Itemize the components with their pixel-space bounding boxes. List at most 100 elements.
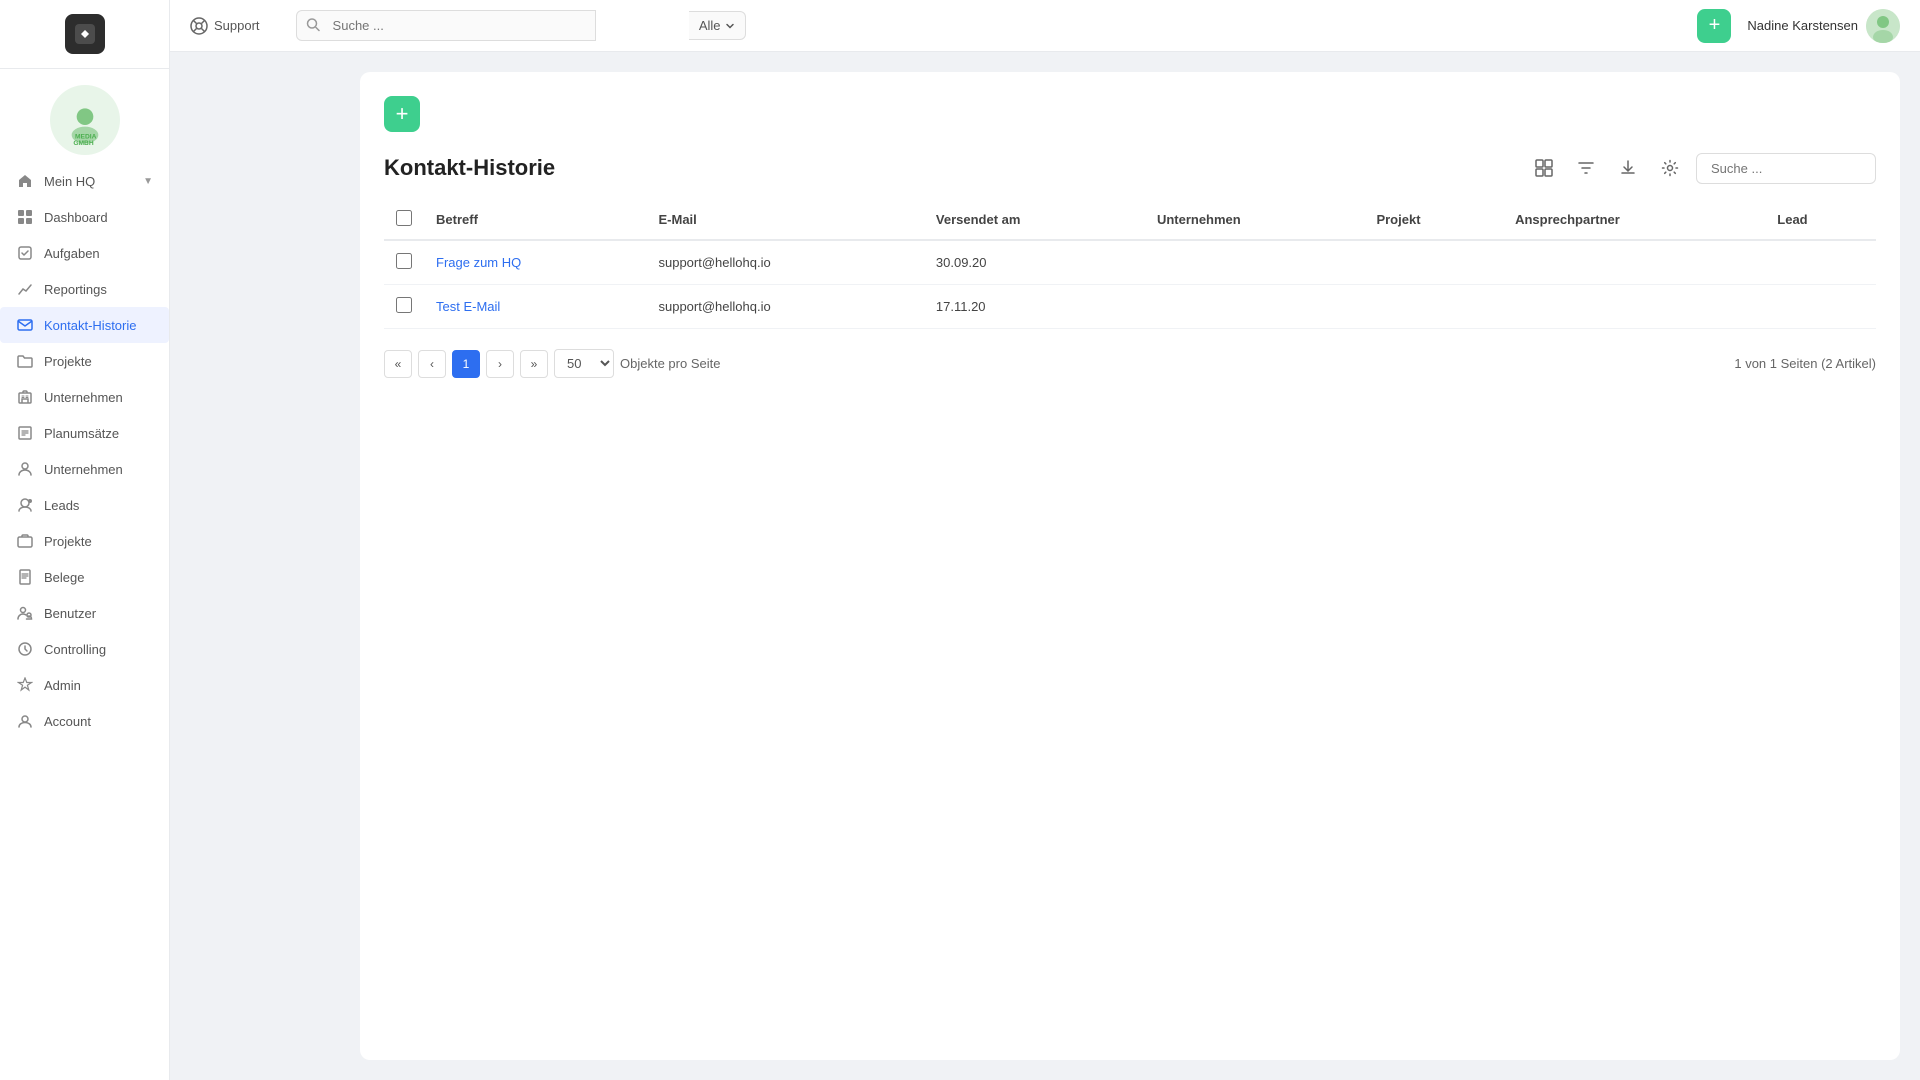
col-header-projekt: Projekt (1364, 200, 1503, 240)
data-table: Betreff E-Mail Versendet am Unternehmen … (384, 200, 1876, 329)
sidebar-item-planums-tze[interactable]: Planumsätze (0, 415, 169, 451)
row-check-cell (384, 285, 424, 329)
pagination-info: 1 von 1 Seiten (2 Artikel) (1734, 356, 1876, 371)
user-avatar (1866, 9, 1900, 43)
page-first-btn[interactable]: « (384, 350, 412, 378)
sidebar-item-leads[interactable]: Leads (0, 487, 169, 523)
col-header-lead: Lead (1765, 200, 1876, 240)
mail-icon (16, 316, 34, 334)
sidebar-item-label: Controlling (44, 642, 106, 657)
row-betreff-1[interactable]: Test E-Mail (424, 285, 646, 329)
user-name: Nadine Karstensen (1747, 18, 1858, 33)
col-header-versendet-am: Versendet am (924, 200, 1145, 240)
col-header-ansprechpartner: Ansprechpartner (1503, 200, 1765, 240)
row-checkbox-0[interactable] (396, 253, 412, 269)
main-content: + Kontakt-Historie (340, 52, 1920, 1080)
per-page-label: Objekte pro Seite (620, 356, 720, 371)
sidebar-item-aufgaben[interactable]: Aufgaben (0, 235, 169, 271)
row-email-1: support@hellohq.io (646, 285, 923, 329)
table-header-row: Kontakt-Historie (384, 152, 1876, 184)
sidebar-item-label: Benutzer (44, 606, 96, 621)
receipt-icon (16, 568, 34, 586)
row-projekt-1 (1364, 285, 1503, 329)
sidebar-item-label: Planumsätze (44, 426, 119, 441)
check-all-checkbox[interactable] (396, 210, 412, 226)
sidebar-item-unternehmen2[interactable]: Unternehmen (0, 451, 169, 487)
row-unternehmen-1 (1145, 285, 1365, 329)
settings-icon[interactable] (1654, 152, 1686, 184)
user-info-area[interactable]: Nadine Karstensen (1747, 9, 1900, 43)
sidebar-item-projekte[interactable]: Projekte (0, 343, 169, 379)
page-add-button[interactable]: + (384, 96, 420, 132)
chevron-down-icon (725, 21, 735, 31)
sidebar-item-kontakt-historie[interactable]: Kontakt-Historie (0, 307, 169, 343)
sidebar-navigation: Mein HQ ▼ Dashboard Aufgaben Reportings (0, 163, 169, 1080)
sidebar-item-label: Reportings (44, 282, 107, 297)
sidebar-item-label: Mein HQ (44, 174, 95, 189)
pagination: « ‹ 1 › » 10 25 50 100 Objekte pro Seite… (384, 349, 1876, 378)
row-checkbox-1[interactable] (396, 297, 412, 313)
sidebar-item-label: Projekte (44, 534, 92, 549)
sidebar-item-belege[interactable]: Belege (0, 559, 169, 595)
projects-icon (16, 532, 34, 550)
sidebar-item-label: Leads (44, 498, 79, 513)
admin-icon (16, 676, 34, 694)
sidebar-item-benutzer[interactable]: Benutzer (0, 595, 169, 631)
row-projekt-0 (1364, 240, 1503, 285)
search-filter-dropdown[interactable]: Alle (689, 11, 746, 40)
folder-icon (16, 352, 34, 370)
sidebar-item-controlling[interactable]: Controlling (0, 631, 169, 667)
company-avatar: MEDIA GMBH (50, 85, 120, 155)
sidebar-item-label: Projekte (44, 354, 92, 369)
sidebar-item-unternehmen[interactable]: Unternehmen (0, 379, 169, 415)
sidebar-item-dashboard[interactable]: Dashboard (0, 199, 169, 235)
sidebar-logo-area (0, 0, 169, 69)
col-header-unternehmen: Unternehmen (1145, 200, 1365, 240)
plan-icon (16, 424, 34, 442)
search-filter-label: Alle (699, 18, 721, 33)
row-ansprechpartner-0 (1503, 240, 1765, 285)
row-lead-1 (1765, 285, 1876, 329)
page-next-btn[interactable]: › (486, 350, 514, 378)
table-body: Frage zum HQ support@hellohq.io 30.09.20… (384, 240, 1876, 329)
sidebar-item-account[interactable]: Account (0, 703, 169, 739)
tasks-icon (16, 244, 34, 262)
page-last-btn[interactable]: » (520, 350, 548, 378)
table-header-row: Betreff E-Mail Versendet am Unternehmen … (384, 200, 1876, 240)
col-check-all (384, 200, 424, 240)
company-icon (16, 460, 34, 478)
building-icon (16, 388, 34, 406)
row-unternehmen-0 (1145, 240, 1365, 285)
sidebar-item-mein-hq[interactable]: Mein HQ ▼ (0, 163, 169, 199)
sidebar-item-label: Dashboard (44, 210, 108, 225)
page-prev-btn[interactable]: ‹ (418, 350, 446, 378)
filter-icon[interactable] (1570, 152, 1602, 184)
table-search-input[interactable] (1696, 153, 1876, 184)
export-icon[interactable] (1612, 152, 1644, 184)
search-input-container (296, 10, 693, 41)
controlling-icon (16, 640, 34, 658)
sidebar-item-label: Admin (44, 678, 81, 693)
table-head: Betreff E-Mail Versendet am Unternehmen … (384, 200, 1876, 240)
sidebar-item-label: Aufgaben (44, 246, 100, 261)
sidebar-item-label: Account (44, 714, 91, 729)
support-link[interactable]: Support (190, 17, 260, 35)
table-actions (1528, 152, 1876, 184)
sidebar-item-admin[interactable]: Admin (0, 667, 169, 703)
topbar-right-area: + Nadine Karstensen (1697, 9, 1900, 43)
support-icon (190, 17, 208, 35)
sidebar-item-reportings[interactable]: Reportings (0, 271, 169, 307)
topbar-search-area: Alle (296, 10, 746, 41)
sidebar-item-projekte2[interactable]: Projekte (0, 523, 169, 559)
row-betreff-0[interactable]: Frage zum HQ (424, 240, 646, 285)
app-logo (65, 14, 105, 54)
table-search-area (1696, 153, 1876, 184)
sidebar-item-label: Belege (44, 570, 84, 585)
topbar-add-button[interactable]: + (1697, 9, 1731, 43)
page-1-btn[interactable]: 1 (452, 350, 480, 378)
chart-icon (16, 280, 34, 298)
search-input[interactable] (296, 10, 596, 41)
table-view-icon[interactable] (1528, 152, 1560, 184)
per-page-select[interactable]: 10 25 50 100 (554, 349, 614, 378)
page-title: Kontakt-Historie (384, 155, 555, 181)
